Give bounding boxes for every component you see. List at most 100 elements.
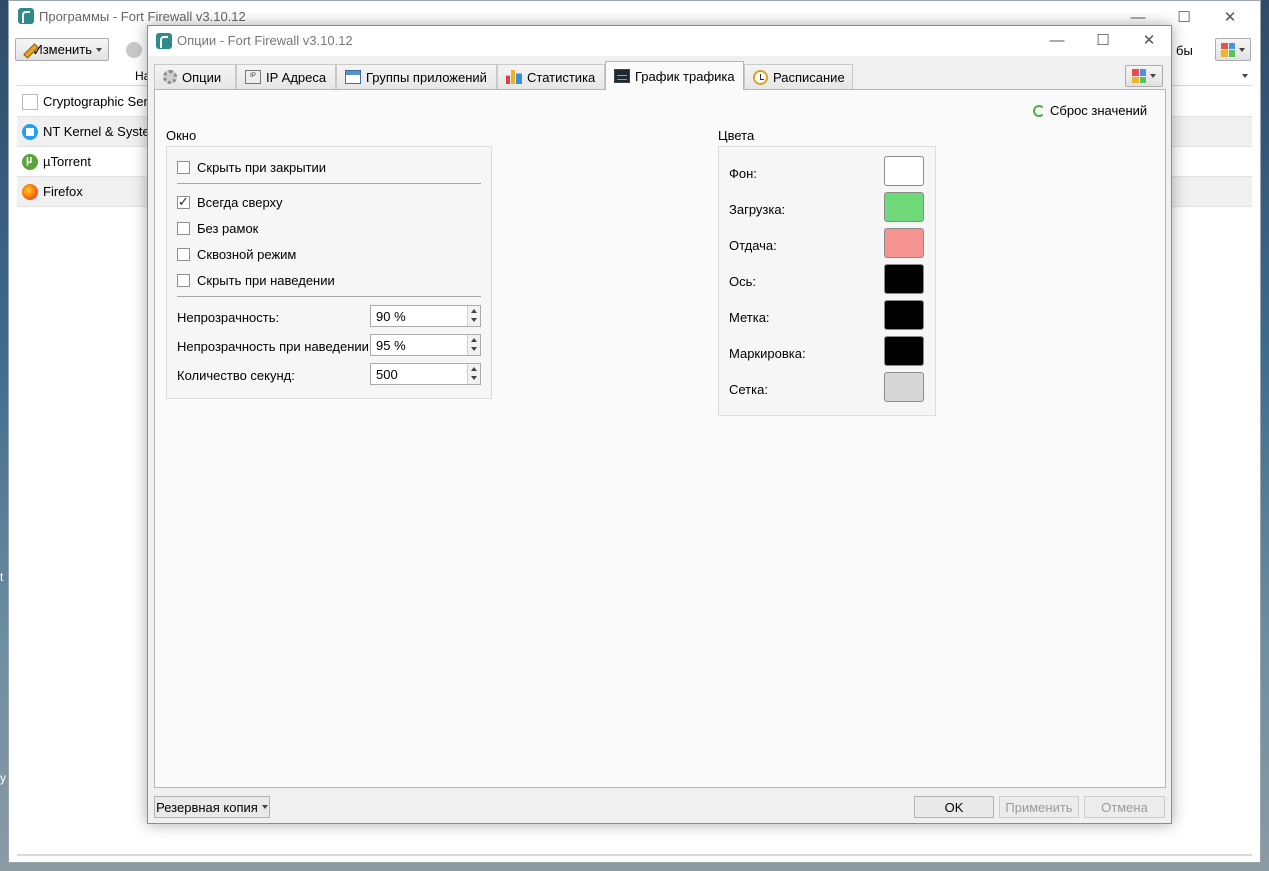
minimize-icon[interactable]: — <box>1034 26 1080 54</box>
color-swatch-grid[interactable] <box>884 372 924 402</box>
close-icon[interactable]: ✕ <box>1126 26 1172 54</box>
cancel-button[interactable]: Отмена <box>1084 796 1165 818</box>
checkbox-frameless[interactable]: Без рамок <box>177 221 258 236</box>
ok-button[interactable]: OK <box>914 796 994 818</box>
color-swatch-marking[interactable] <box>884 336 924 366</box>
color-swatch-axis[interactable] <box>884 264 924 294</box>
color-label-axis: Ось: <box>729 274 756 289</box>
color-label-grid: Сетка: <box>729 382 768 397</box>
palette-icon <box>1221 42 1235 57</box>
color-swatch-tick[interactable] <box>884 300 924 330</box>
color-label-background: Фон: <box>729 166 757 181</box>
fort-firewall-logo-icon <box>156 33 172 49</box>
separator <box>177 296 481 297</box>
desktop-edge-text: y <box>0 771 6 785</box>
chevron-down-icon <box>1239 47 1245 52</box>
opacity-spinbox[interactable]: 90 % <box>370 305 481 327</box>
edit-button[interactable]: Изменить <box>15 38 109 61</box>
apply-button[interactable]: Применить <box>999 796 1079 818</box>
firefox-icon <box>22 184 38 200</box>
color-label-tick: Метка: <box>729 310 770 325</box>
check-circle-icon[interactable] <box>126 42 142 58</box>
ip-icon: IP <box>245 70 261 84</box>
seconds-count-label: Количество секунд: <box>177 368 295 383</box>
windows-icon <box>22 124 38 140</box>
chevron-down-icon <box>1150 74 1156 78</box>
tab-label: Расписание <box>773 69 845 85</box>
checkbox[interactable] <box>177 248 190 261</box>
checkbox-label: Скрыть при закрытии <box>197 160 327 175</box>
checkbox-hide-on-close[interactable]: Скрыть при закрытии <box>177 160 326 175</box>
theme-button[interactable] <box>1215 38 1251 61</box>
checkbox-label: Сквозной режим <box>197 247 297 262</box>
tab-schedule[interactable]: Расписание <box>744 64 853 89</box>
checkbox-always-on-top[interactable]: Всегда сверху <box>177 194 283 210</box>
hover-opacity-spinbox[interactable]: 95 % <box>370 334 481 356</box>
program-name: Cryptographic Servi <box>43 94 158 109</box>
spin-down-icon[interactable] <box>471 318 477 322</box>
hover-opacity-value: 95 % <box>376 338 406 353</box>
spin-buttons[interactable] <box>467 306 480 326</box>
checkbox-label: Скрыть при наведении <box>197 273 335 288</box>
opacity-value: 90 % <box>376 309 406 324</box>
spin-down-icon[interactable] <box>471 376 477 380</box>
chevron-down-icon[interactable] <box>1242 74 1248 78</box>
checkbox[interactable] <box>177 274 190 287</box>
traffic-graph-icon <box>614 69 630 83</box>
window-group: Скрыть при закрытии Всегда сверху Без ра… <box>166 146 492 399</box>
tab-label: График трафика <box>635 68 735 84</box>
spin-up-icon[interactable] <box>471 309 477 313</box>
color-label-download: Загрузка: <box>729 202 786 217</box>
spin-up-icon[interactable] <box>471 367 477 371</box>
edit-button-label: Изменить <box>33 42 92 57</box>
colors-group-title: Цвета <box>718 128 755 143</box>
spin-up-icon[interactable] <box>471 338 477 342</box>
opacity-label: Непрозрачность: <box>177 310 280 325</box>
checkbox-hide-on-hover[interactable]: Скрыть при наведении <box>177 273 335 288</box>
pencil-icon <box>22 43 29 57</box>
tab-app-groups[interactable]: Группы приложений <box>336 64 497 89</box>
app-groups-icon <box>345 70 361 84</box>
checkbox[interactable] <box>177 161 190 174</box>
color-swatch-upload[interactable] <box>884 228 924 258</box>
toolbar-partial-label: бы <box>1176 43 1193 58</box>
tab-statistics[interactable]: Статистика <box>497 64 605 89</box>
tab-ip-addresses[interactable]: IP IP Адреса <box>236 64 336 89</box>
color-swatch-background[interactable] <box>884 156 924 186</box>
tab-label: Опции <box>182 69 222 85</box>
maximize-icon[interactable]: ☐ <box>1080 26 1126 54</box>
tab-label: Группы приложений <box>366 69 487 85</box>
traffic-graph-page: Сброс значений Окно Скрыть при закрытии … <box>154 89 1166 788</box>
seconds-count-spinbox[interactable]: 500 <box>370 363 481 385</box>
spin-buttons[interactable] <box>467 335 480 355</box>
checkbox-click-through[interactable]: Сквозной режим <box>177 247 296 262</box>
checkbox[interactable] <box>177 194 190 210</box>
options-dialog: Опции - Fort Firewall v3.10.12 — ☐ ✕ Опц… <box>147 25 1172 824</box>
palette-icon <box>1132 69 1146 83</box>
colors-group: Фон: Загрузка: Отдача: Ось: Метка: Марки… <box>718 146 936 416</box>
fort-firewall-logo-icon <box>18 8 34 24</box>
reset-values-label: Сброс значений <box>1050 103 1148 118</box>
seconds-count-value: 500 <box>376 367 398 382</box>
reset-values-button[interactable]: Сброс значений <box>1033 103 1147 118</box>
program-name: Firefox <box>43 184 83 199</box>
checkbox-label: Всегда сверху <box>197 195 283 210</box>
cancel-button-label: Отмена <box>1101 799 1148 815</box>
tab-traffic-graph[interactable]: График трафика <box>605 61 744 90</box>
tab-label: IP Адреса <box>266 69 327 85</box>
close-icon[interactable]: ✕ <box>1207 1 1253 33</box>
hover-opacity-label: Непрозрачность при наведении: <box>177 339 373 354</box>
tab-options[interactable]: Опции <box>154 64 236 89</box>
checkbox[interactable] <box>177 222 190 235</box>
color-label-marking: Маркировка: <box>729 346 806 361</box>
spin-buttons[interactable] <box>467 364 480 384</box>
dialog-title-bar: Опции - Fort Firewall v3.10.12 — ☐ ✕ <box>148 26 1171 56</box>
desktop-edge-text: t <box>0 570 4 584</box>
refresh-icon <box>1033 104 1045 117</box>
spin-down-icon[interactable] <box>471 347 477 351</box>
theme-button[interactable] <box>1125 65 1163 87</box>
ok-button-label: OK <box>944 799 964 815</box>
main-window-title: Программы - Fort Firewall v3.10.12 <box>39 9 246 24</box>
color-swatch-download[interactable] <box>884 192 924 222</box>
backup-button[interactable]: Резервная копия <box>154 796 270 818</box>
